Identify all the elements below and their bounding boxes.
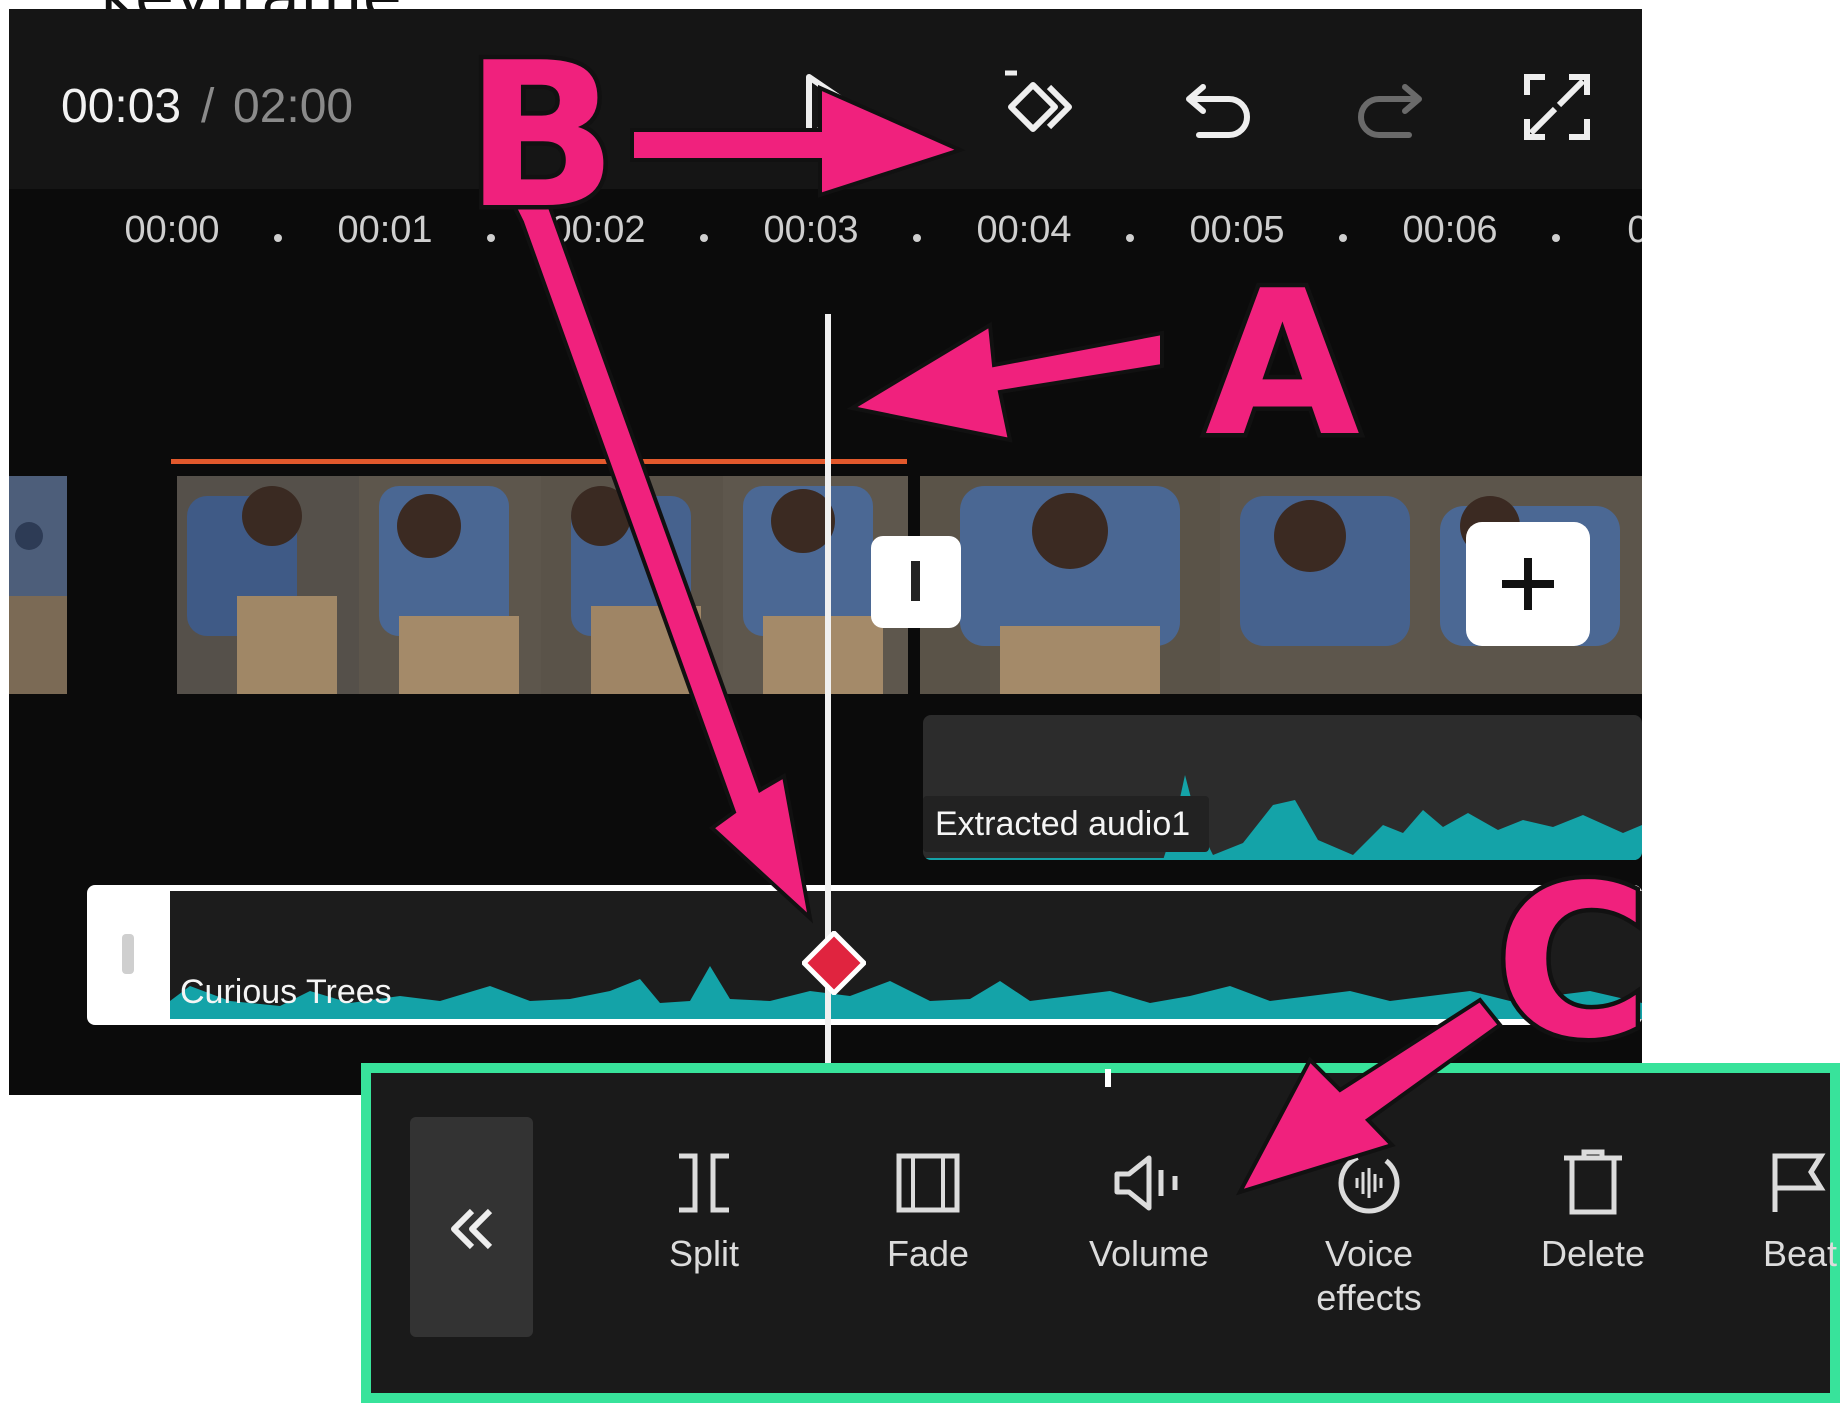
annotation-letter-a: A (1201, 244, 1365, 486)
annotation-arrows (512, 84, 1503, 1196)
annotation-letter-b: B (460, 16, 621, 258)
annotation-letter-c: C (1490, 836, 1653, 1090)
